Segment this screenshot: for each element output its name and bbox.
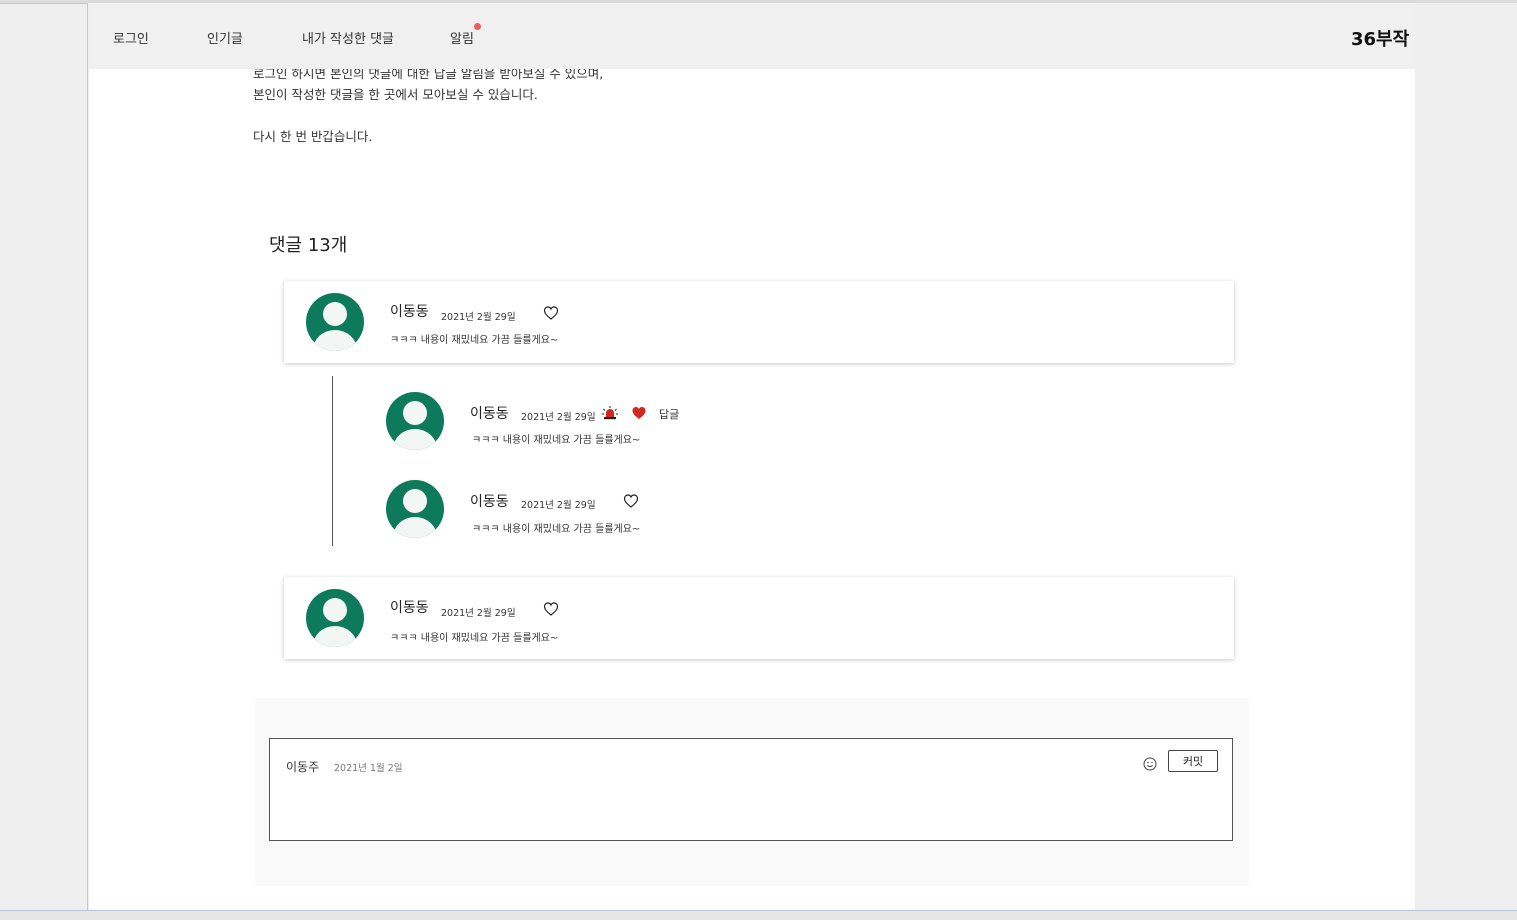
- avatar[interactable]: [306, 293, 364, 351]
- smile-icon[interactable]: [1143, 757, 1157, 771]
- nav-login[interactable]: 로그인: [113, 28, 149, 47]
- comment-count: 댓글 13개: [269, 235, 348, 256]
- right-panel: [1415, 3, 1517, 910]
- avatar[interactable]: [386, 480, 444, 538]
- avatar[interactable]: [306, 589, 364, 647]
- comment-text: ㅋㅋㅋ 내용이 재밌네요 가끔 들를게요~: [390, 335, 559, 346]
- avatar[interactable]: [386, 392, 444, 450]
- comment-date: 2021년 2월 29일: [441, 312, 516, 323]
- comment-text: ㅋㅋㅋ 내용이 재밌네요 가끔 들를게요~: [390, 633, 559, 644]
- reply-button[interactable]: 답글: [659, 406, 679, 422]
- heart-outline-icon[interactable]: [623, 493, 639, 509]
- editor-date: 2021년 1월 2일: [334, 763, 403, 774]
- left-panel: [0, 3, 88, 910]
- intro-text: 로그인 하시면 본인의 댓글에 대한 답글 알림을 받아보실 수 있으며, 본인…: [253, 58, 603, 147]
- editor-author: 이동주: [286, 760, 320, 774]
- window-bottom-border: [0, 910, 1517, 920]
- comment-card: 이동동 2021년 2월 29일 ㅋㅋㅋ 내용이 재밌네요 가끔 들를게요~: [284, 577, 1234, 659]
- page: 로그인 인기글 내가 작성한 댓글 알림 36부작 로그인 하시면 본인의 댓글…: [89, 3, 1415, 910]
- nav-my-comments[interactable]: 내가 작성한 댓글: [302, 28, 394, 47]
- intro-line: 다시 한 번 반갑습니다.: [253, 129, 373, 144]
- brand-logo[interactable]: 36부작: [1351, 25, 1409, 51]
- reply-thread-line: [332, 376, 333, 546]
- comment-editor-area: 이동주 2021년 1월 2일 커밋: [255, 698, 1249, 886]
- comment-author: 이동동: [390, 304, 429, 320]
- submit-button[interactable]: 커밋: [1168, 750, 1218, 772]
- comment-author: 이동동: [390, 600, 429, 616]
- siren-icon[interactable]: [602, 406, 618, 420]
- top-nav: 로그인 인기글 내가 작성한 댓글 알림 36부작: [89, 3, 1415, 69]
- comment-date: 2021년 2월 29일: [521, 500, 596, 511]
- heart-filled-icon[interactable]: [631, 405, 647, 421]
- comment-text: ㅋㅋㅋ 내용이 재밌네요 가끔 들를게요~: [472, 435, 641, 446]
- comment-text: ㅋㅋㅋ 내용이 재밌네요 가끔 들를게요~: [472, 524, 641, 535]
- notification-dot: [473, 23, 481, 30]
- comment-author: 이동동: [470, 494, 509, 510]
- comment-date: 2021년 2월 29일: [521, 412, 596, 423]
- comment-card: 이동동 2021년 2월 29일 ㅋㅋㅋ 내용이 재밌네요 가끔 들를게요~: [284, 281, 1234, 363]
- comment-author: 이동동: [470, 406, 509, 422]
- nav-popular[interactable]: 인기글: [207, 28, 243, 47]
- comment-editor[interactable]: 이동주 2021년 1월 2일 커밋: [269, 738, 1233, 841]
- nav-notifications[interactable]: 알림: [450, 23, 481, 47]
- comment-date: 2021년 2월 29일: [441, 608, 516, 619]
- heart-outline-icon[interactable]: [543, 601, 559, 617]
- intro-line: 본인이 작성한 댓글을 한 곳에서 모아보실 수 있습니다.: [253, 87, 538, 102]
- heart-outline-icon[interactable]: [543, 305, 559, 321]
- nav-notifications-label: 알림: [450, 32, 474, 47]
